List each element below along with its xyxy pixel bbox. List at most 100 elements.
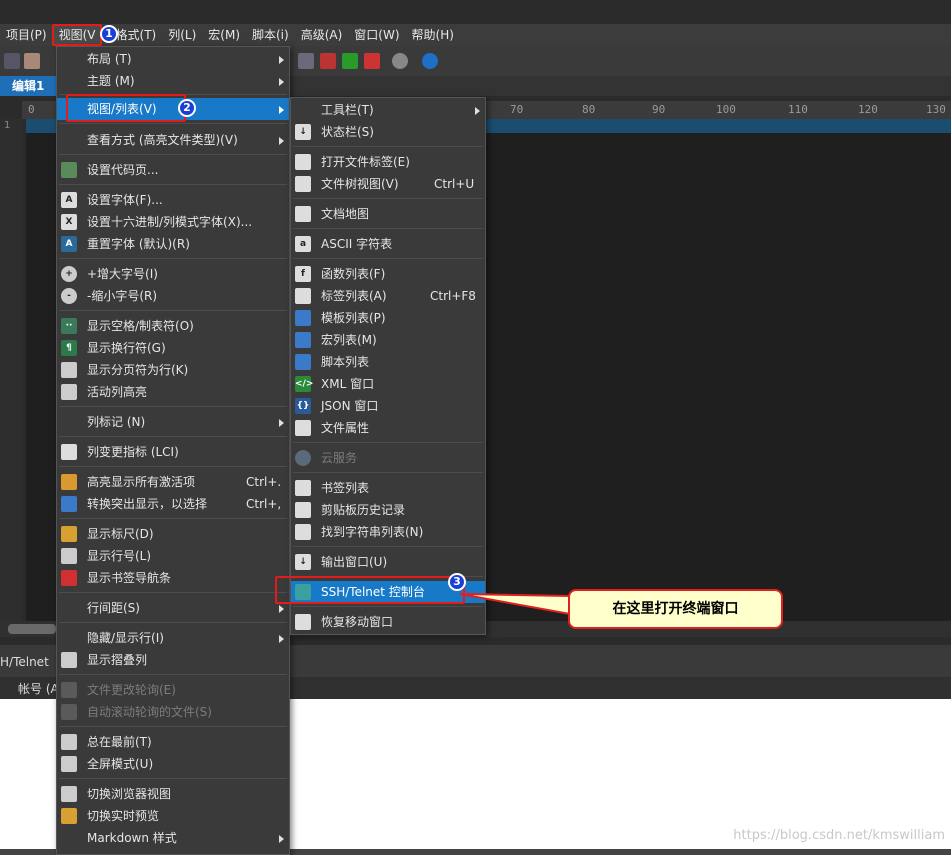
menu-item-file-tree-view[interactable]: 文件树视图(V) Ctrl+U bbox=[291, 173, 485, 195]
menu-item-bookmark-list[interactable]: 书签列表 bbox=[291, 477, 485, 499]
json-icon: {} bbox=[295, 398, 311, 414]
menu-item-always-on-top[interactable]: 总在最前(T) bbox=[57, 731, 289, 753]
submenu-arrow-icon bbox=[279, 635, 284, 643]
bookmark-list-icon bbox=[295, 480, 311, 496]
menu-item-clipboard-history[interactable]: 剪贴板历史记录 bbox=[291, 499, 485, 521]
submenu-arrow-icon bbox=[475, 107, 480, 115]
annotation-box-view-menu bbox=[52, 24, 102, 46]
annotation-badge-3: 3 bbox=[448, 573, 466, 591]
reset-font-icon: A bbox=[61, 236, 77, 252]
menu-item-template-list[interactable]: 模板列表(P) bbox=[291, 307, 485, 329]
menu-item-zoom-out[interactable]: - -缩小字号(R) bbox=[57, 285, 289, 307]
menu-item-show-line-numbers[interactable]: 显示行号(L) bbox=[57, 545, 289, 567]
menu-item-show-line-endings[interactable]: ¶ 显示换行符(G) bbox=[57, 337, 289, 359]
menu-item-show-whitespace[interactable]: ·· 显示空格/制表符(O) bbox=[57, 315, 289, 337]
menu-item-theme[interactable]: 主题 (M) bbox=[57, 70, 289, 92]
submenu-arrow-icon bbox=[279, 78, 284, 86]
line-numbers-icon bbox=[61, 548, 77, 564]
menu-item-line-spacing[interactable]: 行间距(S) bbox=[57, 597, 289, 619]
menu-item-column-markers[interactable]: 列标记 (N) bbox=[57, 411, 289, 433]
fullscreen-icon bbox=[61, 756, 77, 772]
line-ending-icon: ¶ bbox=[61, 340, 77, 356]
calendar-icon[interactable] bbox=[320, 53, 336, 69]
menu-item-show-folded-columns[interactable]: 显示摺叠列 bbox=[57, 649, 289, 671]
menu-item-toggle-browser-view[interactable]: 切换浏览器视图 bbox=[57, 783, 289, 805]
menu-column[interactable]: 列(L) bbox=[162, 24, 202, 46]
menu-item-function-list[interactable]: f 函数列表(F) bbox=[291, 263, 485, 285]
menu-item-set-font[interactable]: A 设置字体(F)... bbox=[57, 189, 289, 211]
menu-item-active-column-highlight[interactable]: 活动列高亮 bbox=[57, 381, 289, 403]
paste-icon[interactable] bbox=[24, 53, 40, 69]
menu-item-found-string-list[interactable]: 找到字符串列表(N) bbox=[291, 521, 485, 543]
menu-item-layout[interactable]: 布局 (T) bbox=[57, 48, 289, 70]
convert-highlight-icon bbox=[61, 496, 77, 512]
font-icon: A bbox=[61, 192, 77, 208]
menu-project[interactable]: 项目(P) bbox=[0, 24, 53, 46]
menu-item-file-properties[interactable]: 文件属性 bbox=[291, 417, 485, 439]
found-strings-icon bbox=[295, 524, 311, 540]
menu-macro[interactable]: 宏(M) bbox=[202, 24, 246, 46]
bookmark-bar-icon bbox=[61, 570, 77, 586]
menu-item-highlight-all-active[interactable]: 高亮显示所有激活项 Ctrl+. bbox=[57, 471, 289, 493]
menu-item-output-window[interactable]: ↓ 输出窗口(U) bbox=[291, 551, 485, 573]
zoom-out-icon: - bbox=[61, 288, 77, 304]
menu-item-view-as[interactable]: 查看方式 (高亮文件类型)(V) bbox=[57, 129, 289, 151]
menu-item-xml-window[interactable]: </> XML 窗口 bbox=[291, 373, 485, 395]
menu-item-restore-moved-windows[interactable]: 恢复移动窗口 bbox=[291, 611, 485, 633]
menu-script[interactable]: 脚本(i) bbox=[246, 24, 295, 46]
ssh-telnet-panel-tab[interactable]: H/Telnet bbox=[0, 655, 49, 669]
menu-item-macro-list[interactable]: 宏列表(M) bbox=[291, 329, 485, 351]
callout-pointer bbox=[460, 593, 571, 616]
file-tabs-icon bbox=[295, 154, 311, 170]
polling-icon bbox=[61, 682, 77, 698]
menu-item-tag-list[interactable]: 标签列表(A) Ctrl+F8 bbox=[291, 285, 485, 307]
browser-view-icon bbox=[61, 786, 77, 802]
live-preview-icon bbox=[61, 808, 77, 824]
menu-item-document-map[interactable]: 文档地图 bbox=[291, 203, 485, 225]
cut-icon[interactable] bbox=[4, 53, 20, 69]
always-on-top-icon bbox=[61, 734, 77, 750]
restore-window-icon bbox=[295, 614, 311, 630]
highlight-all-icon bbox=[61, 474, 77, 490]
menu-item-json-window[interactable]: {} JSON 窗口 bbox=[291, 395, 485, 417]
ruler-tick: 70 bbox=[510, 103, 524, 116]
account-label: 帐号 (A bbox=[18, 682, 59, 696]
menu-item-markdown-style[interactable]: Markdown 样式 bbox=[57, 827, 289, 849]
menu-item-toggle-live-preview[interactable]: 切换实时预览 bbox=[57, 805, 289, 827]
menu-item-reset-font[interactable]: A 重置字体 (默认)(R) bbox=[57, 233, 289, 255]
annotation-callout: 在这里打开终端窗口 bbox=[568, 589, 783, 629]
menu-item-line-change-indicator[interactable]: 列变更指标 (LCI) bbox=[57, 441, 289, 463]
lci-icon bbox=[61, 444, 77, 460]
uh-icon[interactable] bbox=[364, 53, 380, 69]
tag-list-icon bbox=[295, 288, 311, 304]
template-list-icon bbox=[295, 310, 311, 326]
menu-help[interactable]: 帮助(H) bbox=[406, 24, 460, 46]
menu-item-set-codepage[interactable]: 设置代码页... bbox=[57, 159, 289, 181]
menu-item-show-page-breaks[interactable]: 显示分页符为行(K) bbox=[57, 359, 289, 381]
scrollbar-thumb[interactable] bbox=[8, 624, 56, 634]
gear-icon[interactable] bbox=[392, 53, 408, 69]
menu-item-script-list[interactable]: 脚本列表 bbox=[291, 351, 485, 373]
tab-edit1[interactable]: 编辑1 bbox=[0, 76, 56, 96]
menu-item-convert-highlight-to-selection[interactable]: 转换突出显示，以选择 Ctrl+, bbox=[57, 493, 289, 515]
menu-item-ascii-table[interactable]: a ASCII 字符表 bbox=[291, 233, 485, 255]
menu-item-fullscreen[interactable]: 全屏模式(U) bbox=[57, 753, 289, 775]
help-icon[interactable] bbox=[422, 53, 438, 69]
submenu-arrow-icon bbox=[279, 56, 284, 64]
menu-item-zoom-in[interactable]: + +增大字号(I) bbox=[57, 263, 289, 285]
clipboard-icon bbox=[295, 502, 311, 518]
menu-item-status-bar[interactable]: ↓ 状态栏(S) bbox=[291, 121, 485, 143]
menu-item-open-file-tabs[interactable]: 打开文件标签(E) bbox=[291, 151, 485, 173]
menu-item-cloud-services: 云服务 bbox=[291, 447, 485, 469]
menu-item-hide-show-lines[interactable]: 隐藏/显示行(I) bbox=[57, 627, 289, 649]
menu-advanced[interactable]: 高级(A) bbox=[295, 24, 349, 46]
fold-icon bbox=[61, 652, 77, 668]
menu-window[interactable]: 窗口(W) bbox=[348, 24, 405, 46]
file-compare-icon[interactable] bbox=[298, 53, 314, 69]
menu-item-set-hex-font[interactable]: X 设置十六进制/列模式字体(X)... bbox=[57, 211, 289, 233]
menu-item-toolbars[interactable]: 工具栏(T) bbox=[291, 99, 485, 121]
ruler-tick: 80 bbox=[582, 103, 596, 116]
menu-item-show-ruler[interactable]: 显示标尺(D) bbox=[57, 523, 289, 545]
menu-item-show-bookmark-bar[interactable]: 显示书签导航条 bbox=[57, 567, 289, 589]
uf-icon[interactable] bbox=[342, 53, 358, 69]
